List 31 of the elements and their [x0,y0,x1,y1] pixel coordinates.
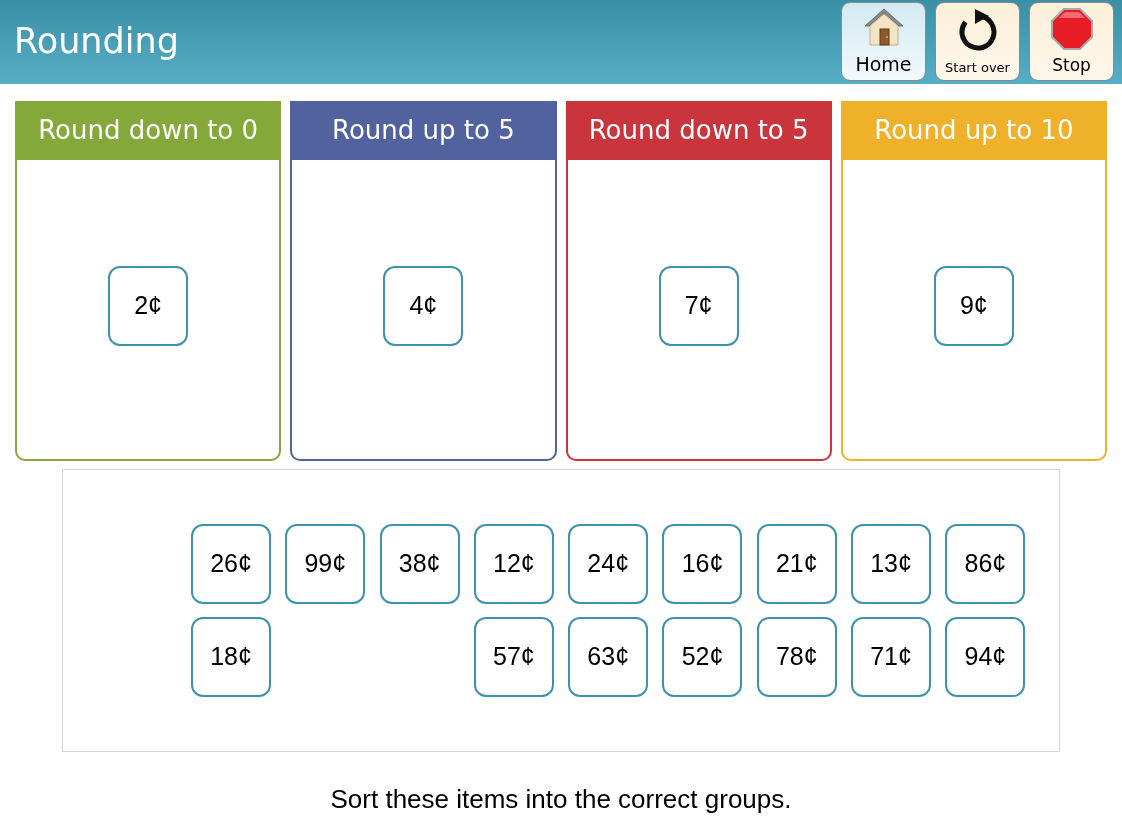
price-card[interactable]: 13¢ [851,524,932,604]
group-header: Round up to 10 [840,101,1107,160]
price-card[interactable]: 71¢ [851,617,932,697]
group-header: Round down to 5 [565,101,832,160]
price-card[interactable]: 21¢ [756,524,837,604]
price-card[interactable]: 94¢ [945,617,1026,697]
page-title: Rounding [14,23,179,61]
price-card[interactable]: 57¢ [473,617,554,697]
price-card[interactable]: 86¢ [945,524,1026,604]
home-button[interactable]: Home [841,1,926,81]
price-card[interactable]: 16¢ [662,524,743,604]
start-over-button[interactable]: Start over [935,1,1020,81]
price-card[interactable]: 4¢ [383,265,464,346]
price-card[interactable]: 26¢ [191,524,271,604]
price-card[interactable]: 63¢ [568,617,649,697]
price-card[interactable]: 24¢ [568,524,649,604]
price-card[interactable]: 99¢ [285,524,366,604]
price-card[interactable]: 12¢ [473,524,554,604]
stop-button[interactable]: Stop [1029,1,1114,81]
price-card[interactable]: 7¢ [658,265,739,346]
group-header: Round down to 0 [15,101,282,160]
price-card[interactable]: 38¢ [379,524,460,604]
price-card[interactable]: 18¢ [191,617,271,697]
price-card[interactable]: 52¢ [662,617,743,697]
price-card[interactable]: 9¢ [933,265,1014,346]
stop-sign-icon [1050,7,1093,50]
instruction-text: Sort these items into the correct groups. [330,783,792,816]
price-card[interactable]: 2¢ [108,265,189,346]
price-card[interactable]: 78¢ [756,617,837,697]
group-header: Round up to 5 [290,101,557,160]
house-icon [863,7,904,46]
